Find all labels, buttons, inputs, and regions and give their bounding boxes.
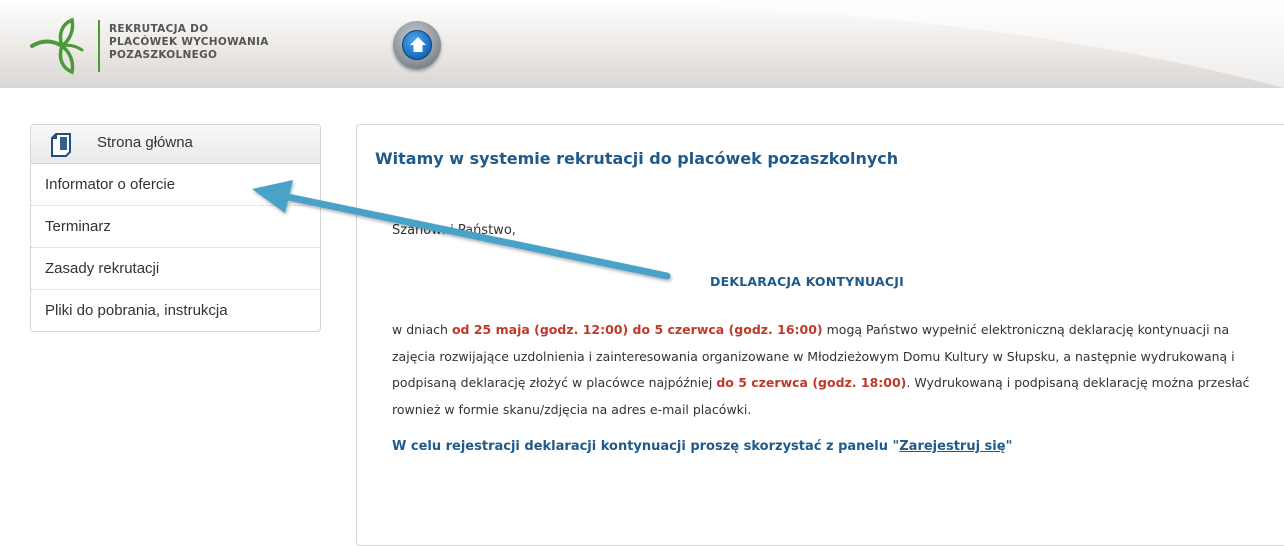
declaration-heading: DEKLARACJA KONTYNUACJI — [710, 274, 904, 289]
sidebar-item-label: Pliki do pobrania, instrukcja — [45, 302, 228, 319]
cta-text: W celu rejestracji deklaracji kontynuacj… — [392, 439, 900, 454]
logo-icon — [28, 16, 88, 76]
logo-line: REKRUTACJA DO — [109, 23, 209, 35]
sidebar-item-label: Terminarz — [45, 218, 111, 235]
register-instruction: W celu rejestracji deklaracji kontynuacj… — [392, 439, 1012, 454]
home-button[interactable] — [393, 21, 441, 69]
sidebar-title: Strona główna — [97, 134, 193, 151]
sidebar-item-pliki[interactable]: Pliki do pobrania, instrukcja — [31, 290, 320, 331]
sidebar-menu: Strona główna Informator o ofercie Termi… — [30, 124, 321, 332]
home-icon — [402, 30, 432, 60]
page-title: Witamy w systemie rekrutacji do placówek… — [375, 149, 899, 168]
sidebar-item-label: Informator o ofercie — [45, 176, 176, 193]
main-content-panel: Witamy w systemie rekrutacji do placówek… — [356, 124, 1284, 546]
para-text: w dniach — [392, 322, 452, 337]
cta-end: " — [1005, 439, 1013, 454]
register-link[interactable]: Zarejestruj się — [899, 439, 1005, 454]
sidebar-item-home[interactable]: Strona główna — [31, 125, 320, 164]
document-icon — [51, 133, 71, 157]
logo-line: PLACÓWEK WYCHOWANIA — [109, 36, 269, 48]
logo-line: POZASZKOLNEGO — [109, 49, 218, 61]
header: REKRUTACJA DO PLACÓWEK WYCHOWANIA POZASZ… — [0, 0, 1284, 88]
sidebar-item-terminarz[interactable]: Terminarz — [31, 206, 320, 248]
greeting-text: Szanowni Państwo, — [392, 223, 516, 238]
declaration-paragraph: w dniach od 25 maja (godz. 12:00) do 5 c… — [392, 317, 1252, 423]
logo-separator — [98, 20, 100, 72]
sidebar-item-informator[interactable]: Informator o ofercie — [31, 164, 320, 206]
date-range-highlight: od 25 maja (godz. 12:00) do 5 czerwca (g… — [451, 322, 823, 337]
deadline-highlight: do 5 czerwca (godz. 18:00) — [716, 375, 907, 390]
sidebar-item-label: Zasady rekrutacji — [45, 260, 160, 277]
sidebar-item-zasady[interactable]: Zasady rekrutacji — [31, 248, 320, 290]
logo-text: REKRUTACJA DO PLACÓWEK WYCHOWANIA POZASZ… — [109, 23, 269, 62]
